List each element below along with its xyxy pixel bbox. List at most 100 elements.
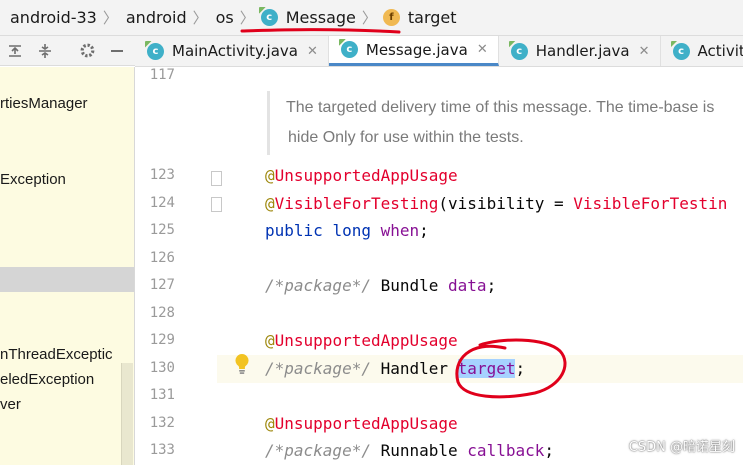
class-icon: c (340, 41, 358, 58)
collapse-all-icon[interactable] (30, 36, 60, 66)
line-number: 130 (149, 360, 175, 376)
code-editor[interactable]: 117 123 124 125 126 127 128 129 130 131 … (135, 67, 743, 465)
annotation-name: UnsupportedAppUsage (274, 331, 458, 350)
line-number: 127 (149, 277, 175, 293)
code-line: /*package*/ Handler target; (265, 357, 525, 381)
tree-item[interactable]: eledException (0, 367, 134, 392)
tab-message[interactable]: c Message.java ✕ (328, 36, 499, 66)
project-tree: rtiesManager Exception nThreadExceptic e… (0, 67, 135, 465)
tree-item-label: Exception (0, 171, 66, 188)
line-number: 126 (149, 250, 175, 266)
chevron-right-icon: 〉 (361, 9, 377, 27)
class-icon: c (147, 42, 164, 60)
code-line: @UnsupportedAppUsage (265, 329, 458, 353)
class-icon: c (672, 42, 690, 60)
vertical-scrollbar[interactable] (121, 363, 133, 465)
field-name: when (380, 221, 420, 240)
line-number: 132 (149, 415, 175, 431)
code-text: ; (544, 441, 554, 460)
breadcrumb-label: os (215, 8, 234, 27)
tab-activitythread[interactable]: c ActivityThr (661, 36, 743, 66)
close-icon[interactable]: ✕ (639, 44, 650, 59)
type-name: Bundle (370, 276, 449, 295)
annotation-value: VisibleForTestin (573, 194, 728, 213)
project-toolbar (0, 36, 135, 66)
code-line: /*package*/ Bundle data; (265, 274, 496, 298)
field-icon: f (382, 9, 400, 26)
gear-icon[interactable] (72, 36, 102, 66)
line-number: 131 (149, 387, 175, 403)
close-icon[interactable]: ✕ (477, 42, 488, 57)
line-number: 125 (149, 222, 175, 238)
annotation-name: UnsupportedAppUsage (274, 414, 458, 433)
breadcrumb-label: Message (285, 8, 356, 27)
tree-item-label: ver (0, 396, 21, 413)
tab-mainactivity[interactable]: c MainActivity.java ✕ (135, 36, 329, 66)
type-name: Runnable (370, 441, 468, 460)
close-icon[interactable]: ✕ (307, 44, 318, 59)
doc-comment-line: The targeted delivery time of this messa… (286, 99, 715, 116)
code-text: ; (486, 276, 497, 295)
breadcrumb-item-target[interactable]: f target (382, 0, 459, 35)
line-number: 124 (149, 195, 175, 211)
lightbulb-icon[interactable] (233, 353, 251, 375)
line-gutter: 117 123 124 125 126 127 128 129 130 131 … (135, 67, 222, 465)
line-number: 117 (149, 67, 175, 83)
tree-item[interactable]: ver (0, 392, 134, 417)
annotation-at: @ (265, 166, 275, 185)
code-line: @UnsupportedAppUsage (265, 164, 458, 188)
tab-handler[interactable]: c Handler.java ✕ (499, 36, 661, 66)
doc-comment-line: hide Only for use within the tests. (288, 129, 524, 146)
line-number: 133 (149, 442, 175, 458)
annotation-at: @ (265, 414, 275, 433)
selected-field-name[interactable]: target (457, 359, 516, 378)
class-icon: c (510, 42, 528, 60)
line-number: 128 (149, 305, 175, 321)
fold-end-icon[interactable] (211, 171, 222, 186)
watermark: CSDN @暗诺星刻 (628, 440, 735, 455)
tree-item-selected[interactable] (0, 267, 134, 292)
breadcrumb: android-33 〉 android 〉 os 〉 c Message 〉 … (0, 0, 743, 36)
keyword: public (265, 221, 323, 240)
breadcrumb-label: android (125, 8, 187, 27)
code-text: (visibility = (438, 194, 574, 213)
minimize-icon[interactable] (102, 36, 132, 66)
tree-item-label: nThreadExceptic (0, 346, 113, 363)
editor-tabs: c MainActivity.java ✕ c Message.java ✕ c… (135, 36, 743, 67)
line-number: 123 (149, 167, 175, 183)
tree-item[interactable]: nThreadExceptic (0, 342, 134, 367)
tab-label: Handler.java (535, 42, 630, 60)
chevron-right-icon: 〉 (239, 9, 255, 27)
doc-comment: The targeted delivery time of this messa… (267, 91, 743, 155)
fold-start-icon[interactable] (211, 197, 222, 212)
code-text: ; (419, 221, 429, 240)
tree-item[interactable]: rtiesManager (0, 91, 134, 116)
chevron-right-icon: 〉 (192, 9, 208, 27)
breadcrumb-item-android[interactable]: android (124, 0, 189, 35)
tree-item[interactable]: Exception (0, 167, 134, 192)
breadcrumb-label: android-33 (10, 8, 97, 27)
tab-label: ActivityThr (697, 42, 743, 60)
inline-comment: /*package*/ (265, 359, 371, 378)
annotation-name: UnsupportedAppUsage (274, 166, 458, 185)
chevron-right-icon: 〉 (102, 9, 118, 27)
breadcrumb-item-android-33[interactable]: android-33 (0, 0, 99, 35)
breadcrumb-item-message[interactable]: c Message (260, 0, 358, 35)
class-icon: c (260, 9, 278, 26)
code-text: ; (515, 359, 526, 378)
code-line: @UnsupportedAppUsage (265, 412, 458, 436)
code-line: @VisibleForTesting(visibility = VisibleF… (265, 192, 727, 216)
keyword: long (332, 221, 371, 240)
tree-item-label: rtiesManager (0, 95, 88, 112)
inline-comment: /*package*/ (265, 441, 371, 460)
annotation-name: VisibleForTesting (274, 194, 439, 213)
breadcrumb-label: target (407, 8, 457, 27)
code-line: /*package*/ Runnable callback; (265, 439, 554, 463)
tree-item-label: eledException (0, 371, 95, 388)
type-name: Handler (370, 359, 458, 378)
expand-all-icon[interactable] (0, 36, 30, 66)
field-name: data (448, 276, 487, 295)
tab-label: MainActivity.java (172, 42, 298, 60)
inline-comment: /*package*/ (265, 276, 371, 295)
breadcrumb-item-os[interactable]: os (214, 0, 236, 35)
